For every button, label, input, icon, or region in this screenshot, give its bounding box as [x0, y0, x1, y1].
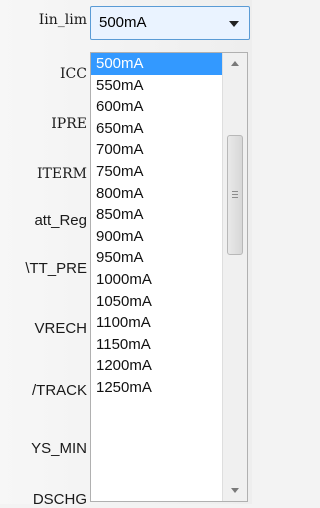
- dropdown-option[interactable]: 1250mA: [91, 377, 222, 399]
- dropdown-option[interactable]: 1050mA: [91, 291, 222, 313]
- grip-line: [232, 191, 238, 192]
- dropdown-option[interactable]: 1150mA: [91, 334, 222, 356]
- dropdown-option[interactable]: 950mA: [91, 247, 222, 269]
- label-iin-lim: Iin_lim: [38, 12, 87, 28]
- scroll-up-arrow-icon[interactable]: [231, 61, 239, 66]
- dropdown-option[interactable]: 800mA: [91, 183, 222, 205]
- label-sys-min: YS_MIN: [31, 440, 87, 457]
- settings-panel: Iin_lim ICC IPRE ITERM att_Reg \TT_PRE V…: [0, 0, 252, 508]
- label-vrech: VRECH: [34, 320, 87, 337]
- scrollbar-thumb[interactable]: [227, 135, 243, 255]
- dropdown-option[interactable]: 900mA: [91, 226, 222, 248]
- dropdown-option[interactable]: 700mA: [91, 139, 222, 161]
- label-iterm: ITERM: [37, 166, 87, 182]
- label-icc: ICC: [60, 66, 87, 82]
- dropdown-option[interactable]: 600mA: [91, 96, 222, 118]
- scroll-down-arrow-icon[interactable]: [231, 488, 239, 493]
- iin-lim-dropdown-list[interactable]: 500mA 550mA 600mA 650mA 700mA 750mA 800m…: [90, 52, 248, 502]
- vertical-scrollbar[interactable]: [222, 53, 247, 501]
- dropdown-option[interactable]: 500mA: [91, 53, 222, 75]
- chevron-down-icon[interactable]: [229, 21, 239, 27]
- label-dschg: DSCHG: [32, 491, 87, 508]
- label-tt-pre: \TT_PRE: [25, 260, 87, 277]
- dropdown-option[interactable]: 1200mA: [91, 355, 222, 377]
- label-ipre: IPRE: [51, 116, 87, 132]
- label-vtrack: /TRACK: [31, 382, 87, 399]
- iin-lim-combobox[interactable]: 500mA: [90, 6, 250, 40]
- dropdown-option[interactable]: 550mA: [91, 75, 222, 97]
- dropdown-option[interactable]: 1000mA: [91, 269, 222, 291]
- dropdown-option[interactable]: 750mA: [91, 161, 222, 183]
- dropdown-option[interactable]: 850mA: [91, 204, 222, 226]
- dropdown-option[interactable]: 650mA: [91, 118, 222, 140]
- dropdown-options: 500mA 550mA 600mA 650mA 700mA 750mA 800m…: [91, 53, 222, 399]
- label-att-reg: att_Reg: [34, 212, 87, 229]
- grip-line: [232, 197, 238, 198]
- dropdown-option[interactable]: 1100mA: [91, 312, 222, 334]
- combobox-value: 500mA: [99, 14, 147, 31]
- grip-line: [232, 194, 238, 195]
